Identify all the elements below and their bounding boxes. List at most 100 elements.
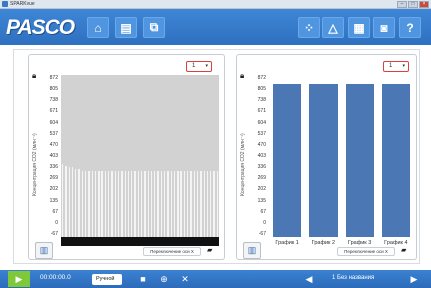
- window-title: SPARKvue: [10, 1, 35, 7]
- data-bar: [65, 165, 67, 237]
- app-icon: [2, 1, 8, 7]
- export-icon: ⧉: [149, 20, 159, 34]
- arrow-left-icon: ◀: [305, 274, 313, 284]
- data-bar: [167, 170, 169, 237]
- y-tick-label: 269: [49, 175, 58, 182]
- y-tick-label: 0: [263, 219, 266, 226]
- run-selector[interactable]: 1 ▾: [186, 61, 212, 72]
- data-bar: [81, 170, 84, 237]
- data-bar: [137, 170, 139, 237]
- data-bar: [203, 170, 205, 237]
- camera-button[interactable]: ◙: [373, 17, 395, 38]
- start-button[interactable]: ▶: [8, 271, 30, 287]
- data-bar: [157, 170, 159, 237]
- data-bar: [114, 170, 116, 237]
- camera-icon: ◙: [380, 20, 388, 35]
- data-bar: [134, 170, 136, 237]
- right-plot-area[interactable]: [269, 75, 414, 237]
- data-bar: [131, 170, 133, 237]
- y-tick-label: 604: [49, 119, 58, 126]
- category-bar[interactable]: [309, 83, 338, 237]
- y-tick-label: 805: [49, 86, 58, 93]
- chart-tools-button[interactable]: ▥: [243, 242, 261, 259]
- data-bar: [187, 170, 189, 237]
- tools-button[interactable]: ✕: [178, 273, 192, 286]
- help-icon: ?: [406, 20, 414, 35]
- keep-button[interactable]: ⊕: [157, 273, 171, 286]
- data-bar: [121, 170, 123, 237]
- data-bar: [154, 170, 156, 237]
- previous-dataset-button[interactable]: ◀: [302, 273, 316, 286]
- journal-icon: ▦: [353, 20, 365, 35]
- data-bar: [127, 170, 130, 237]
- left-plot-area[interactable]: [61, 75, 219, 237]
- y-tick-label: 805: [257, 86, 266, 93]
- x-axis-switch[interactable]: Переключение оси Х: [337, 247, 395, 256]
- data-bar: [68, 167, 70, 237]
- right-graph-panel: 1 ▾ 🔒︎ Концентрация СО2 (млн⁻¹) 872 805 73…: [236, 54, 417, 260]
- run-number: 1: [192, 63, 196, 69]
- os-title-bar: SPARKvue – □ ×: [0, 0, 431, 9]
- data-bar: [190, 170, 192, 237]
- y-tick-label: 67: [260, 208, 266, 215]
- y-tick-label: 738: [49, 97, 58, 104]
- stop-button[interactable]: ■: [136, 273, 150, 286]
- data-bar: [193, 170, 195, 237]
- scale-lock-icon[interactable]: ▰: [401, 246, 406, 254]
- data-bar: [88, 170, 90, 237]
- data-bar: [108, 170, 110, 237]
- play-icon: ▶: [15, 274, 23, 284]
- sensor-button[interactable]: ⁘: [298, 17, 320, 38]
- y-tick-label: 604: [257, 119, 266, 126]
- help-button[interactable]: ?: [399, 17, 421, 38]
- minimize-button[interactable]: –: [397, 1, 407, 8]
- data-bar: [164, 170, 166, 237]
- analysis-button[interactable]: △: [322, 17, 344, 38]
- y-tick-label: 671: [49, 108, 58, 115]
- chart-tools-icon: ▥: [247, 245, 257, 255]
- home-button[interactable]: ⌂: [87, 17, 109, 38]
- sensor-icon: ⁘: [303, 20, 315, 35]
- next-dataset-button[interactable]: ▶: [407, 273, 421, 286]
- category-label: График 1: [275, 240, 299, 246]
- top-toolbar: PASCO ⌂ ▤ ⧉ ⁘ △ ▦ ◙ ?: [0, 9, 431, 45]
- y-tick-label: 470: [49, 141, 58, 148]
- data-bar: [216, 170, 218, 237]
- data-bar: [196, 170, 199, 237]
- data-bar: [150, 170, 153, 237]
- document-button[interactable]: ▤: [115, 17, 137, 38]
- journal-button[interactable]: ▦: [348, 17, 370, 38]
- y-tick-label: 671: [257, 108, 266, 115]
- analysis-icon: △: [328, 20, 338, 35]
- dataset-name: 1 Без названия: [332, 275, 375, 281]
- home-icon: ⌂: [94, 20, 102, 35]
- data-bar: [160, 170, 163, 237]
- x-axis-scrollbar[interactable]: [61, 237, 219, 246]
- category-bar[interactable]: [381, 83, 410, 237]
- data-bar: [91, 170, 93, 237]
- export-button[interactable]: ⧉: [143, 17, 165, 38]
- data-bar: [61, 164, 64, 237]
- category-bar[interactable]: [273, 83, 302, 237]
- y-tick-label: 269: [257, 175, 266, 182]
- close-button[interactable]: ×: [419, 1, 429, 8]
- sampling-mode-select[interactable]: Ручной: [92, 274, 122, 285]
- window-controls: – □ ×: [397, 1, 429, 8]
- y-tick-label: 537: [49, 130, 58, 137]
- category-bar[interactable]: [345, 83, 374, 237]
- data-bar: [71, 167, 74, 237]
- chart-tools-button[interactable]: ▥: [35, 242, 53, 259]
- maximize-button[interactable]: □: [408, 1, 418, 8]
- scale-lock-icon[interactable]: ▰: [207, 246, 212, 254]
- data-bar: [147, 170, 149, 237]
- tools-icon: ✕: [181, 274, 189, 284]
- x-axis-switch[interactable]: Переключение оси Х: [143, 247, 201, 256]
- y-tick-label: 403: [49, 153, 58, 159]
- run-selector[interactable]: 1 ▾: [383, 61, 409, 72]
- run-number: 1: [389, 63, 393, 69]
- chart-tools-icon: ▥: [39, 245, 49, 255]
- category-label: График 4: [384, 240, 408, 246]
- data-bar: [98, 170, 100, 237]
- workspace: 1 ▾ 🔒︎ Концентрация СО2 (млн⁻¹) 872 805 73…: [13, 49, 420, 264]
- data-bar: [101, 170, 103, 237]
